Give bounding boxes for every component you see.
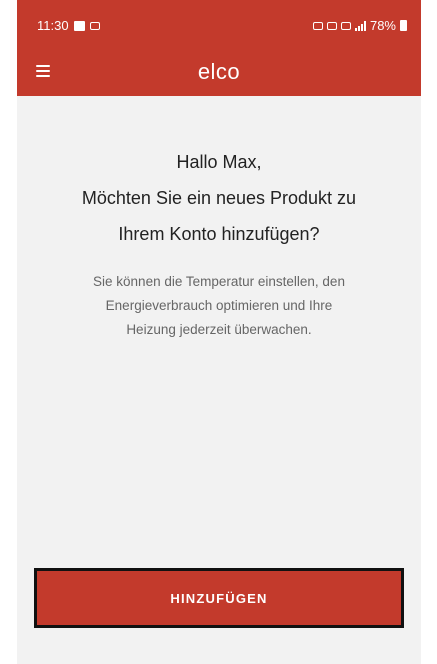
add-product-button[interactable]: HINZUFÜGEN bbox=[34, 568, 404, 628]
status-right: 78% bbox=[312, 18, 407, 33]
greeting-heading: Hallo Max, Möchten Sie ein neues Produkt… bbox=[17, 144, 421, 252]
brand-logo: elco bbox=[197, 59, 241, 84]
add-product-button-label: HINZUFÜGEN bbox=[170, 590, 268, 606]
volte-icon bbox=[340, 21, 351, 30]
app-notification-icon bbox=[89, 21, 100, 30]
app-screen: 11:30 78% elco Hallo Max, Möchten Sie ei… bbox=[17, 0, 421, 664]
wifi-calling-icon bbox=[326, 21, 337, 30]
greeting-line: Möchten Sie ein neues Produkt zu bbox=[81, 188, 357, 208]
description-line: Sie können die Temperatur einstellen, de… bbox=[93, 274, 345, 289]
gallery-notification-icon bbox=[73, 20, 85, 31]
battery-percent: 78% bbox=[369, 18, 396, 33]
greeting-line: Ihrem Konto hinzufügen? bbox=[118, 224, 320, 244]
status-left: 11:30 bbox=[37, 18, 100, 33]
greeting-line: Hallo Max, bbox=[176, 152, 262, 172]
signal-strength-icon bbox=[354, 20, 366, 31]
description-line: Heizung jederzeit überwachen. bbox=[126, 322, 312, 337]
description-text: Sie können die Temperatur einstellen, de… bbox=[47, 270, 391, 342]
app-header: elco bbox=[17, 48, 421, 96]
battery-icon bbox=[400, 20, 407, 31]
status-time: 11:30 bbox=[37, 18, 69, 33]
description-line: Energieverbrauch optimieren und Ihre bbox=[105, 298, 333, 313]
hotspot-icon bbox=[312, 21, 323, 30]
status-bar: 11:30 78% bbox=[17, 0, 421, 48]
